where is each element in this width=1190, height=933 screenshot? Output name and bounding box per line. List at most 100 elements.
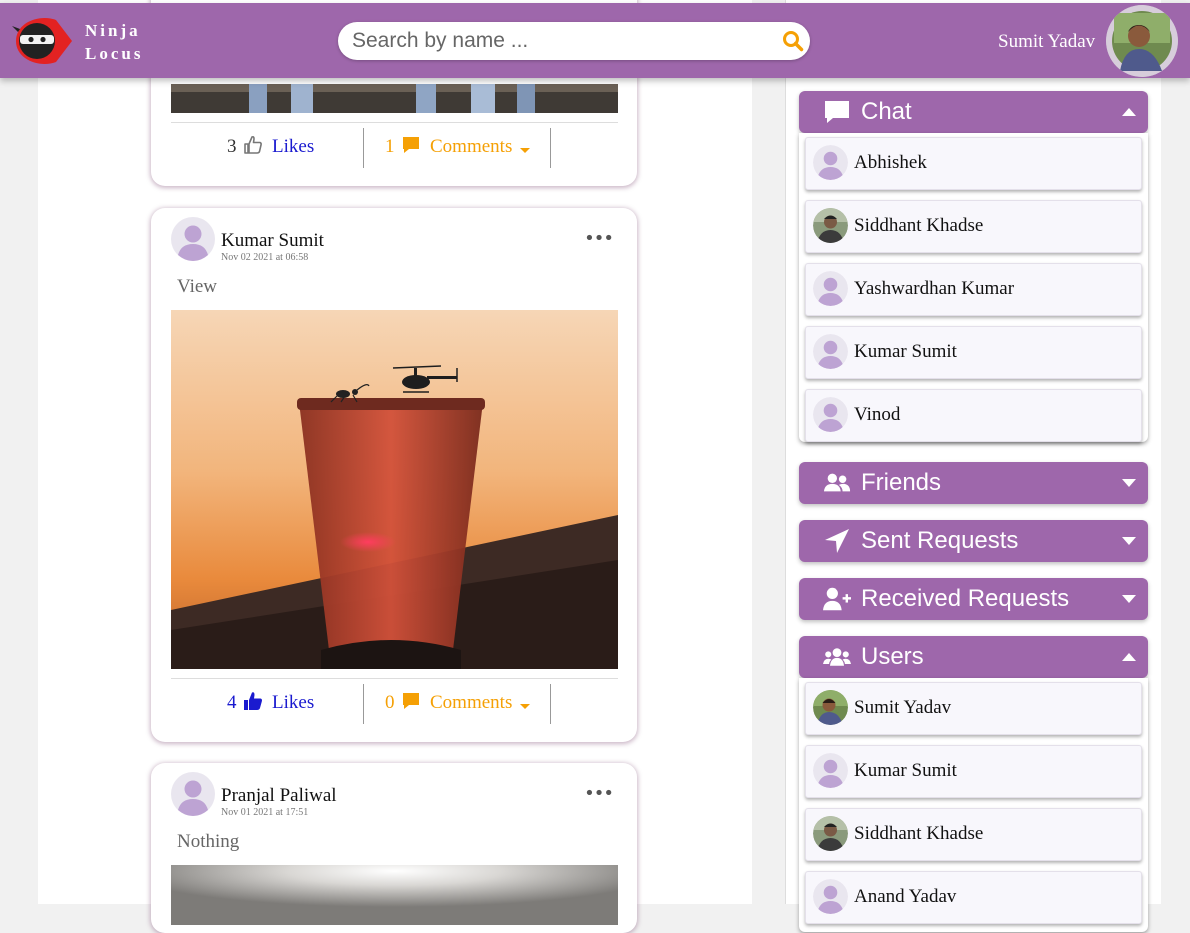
user-name: Siddhant Khadse [854,823,984,844]
current-user-avatar[interactable] [1106,5,1178,77]
comments-count: 1 [385,136,395,157]
caret-down-icon [1122,595,1136,603]
user-avatar [813,145,848,180]
comments-count: 0 [385,692,395,713]
received-requests-panel-header[interactable]: Received Requests [799,578,1148,620]
comment-icon [403,693,420,709]
chat-item[interactable]: Abhishek [805,137,1142,190]
user-avatar [813,271,848,306]
post-author[interactable]: Kumar Sumit [221,230,324,252]
caret-up-icon [1122,108,1136,116]
user-avatar [813,208,848,243]
action-divider [550,684,551,724]
post-actions: 3 Likes 1 Comments [171,122,618,169]
user-avatar [813,816,848,851]
chat-user-name: Vinod [854,404,901,425]
user-avatar [813,879,848,914]
search-input[interactable] [350,25,774,57]
comments-button[interactable]: 0 Comments [385,691,535,714]
chat-panel-header[interactable]: Chat [799,91,1148,133]
user-avatar [813,397,848,432]
more-options-icon[interactable]: ••• [584,228,614,249]
comments-button[interactable]: 1 Comments [385,135,535,158]
user-name: Sumit Yadav [854,697,952,718]
comment-icon [403,137,420,153]
sent-requests-panel-header[interactable]: Sent Requests [799,520,1148,562]
user-avatar [813,753,848,788]
like-button[interactable]: 3 Likes [227,135,314,158]
user-item[interactable]: Kumar Sumit [805,745,1142,798]
users-panel-header[interactable]: Users [799,636,1148,678]
user-avatar [813,334,848,369]
more-options-icon[interactable]: ••• [584,783,614,804]
current-user-name[interactable]: Sumit Yadav [998,31,1095,53]
friends-panel: Friends [799,462,1148,504]
chat-item[interactable]: Kumar Sumit [805,326,1142,379]
location-arrow-icon [825,529,849,553]
user-item[interactable]: Siddhant Khadse [805,808,1142,861]
post-actions: 4 Likes 0 Comments [171,678,618,725]
user-name: Anand Yadav [854,886,957,907]
chat-panel-title: Chat [861,98,912,125]
search-icon[interactable] [782,30,804,52]
top-navbar: Ninja Locus Sumit Yadav [0,3,1190,78]
author-avatar[interactable] [171,217,215,261]
caret-down-icon [520,704,531,709]
chat-item[interactable]: Siddhant Khadse [805,200,1142,253]
thumbs-up-outline-icon [244,135,263,154]
post-card: Pranjal Paliwal Nov 01 2021 at 17:51 •••… [151,763,637,933]
post-author[interactable]: Pranjal Paliwal [221,785,337,807]
caret-down-icon [1122,479,1136,487]
post-date: Nov 01 2021 at 17:51 [221,807,309,818]
caret-up-icon [1122,653,1136,661]
chat-panel: Chat Abhishek Siddhant Khadse Yashwardha… [799,91,1148,442]
likes-count: 3 [227,136,237,157]
chat-user-name: Yashwardhan Kumar [854,278,1015,299]
comment-icon [825,101,849,123]
brand-line-2: Locus [85,44,144,63]
user-plus-icon [823,587,851,611]
thumbs-up-icon [244,692,263,710]
users-list: Sumit Yadav Kumar Sumit Siddhant Khadse … [799,678,1148,932]
received-requests-panel-title: Received Requests [861,585,1070,612]
ninja-logo[interactable] [10,12,74,70]
users-panel: Users Sumit Yadav Kumar Sumit Siddhant K… [799,636,1148,932]
author-avatar[interactable] [171,772,215,816]
users-panel-title: Users [861,643,924,670]
chat-item[interactable]: Vinod [805,389,1142,442]
comments-label: Comments [430,136,513,157]
users-icon [823,648,851,666]
caret-down-icon [1122,537,1136,545]
comments-label: Comments [430,692,513,713]
caret-down-icon [520,148,531,153]
user-item[interactable]: Sumit Yadav [805,682,1142,735]
friends-panel-header[interactable]: Friends [799,462,1148,504]
user-name: Kumar Sumit [854,760,957,781]
search-bar [338,22,810,60]
post-image[interactable] [171,865,618,925]
post-card: Kumar Sumit Nov 02 2021 at 06:58 ••• Vie… [151,208,637,742]
chat-user-name: Abhishek [854,152,927,173]
action-divider [550,128,551,168]
user-item[interactable]: Anand Yadav [805,871,1142,924]
post-text: View [177,276,218,297]
action-divider [363,128,364,168]
likes-label: Likes [272,136,315,157]
chat-user-name: Kumar Sumit [854,341,957,362]
action-divider [363,684,364,724]
user-avatar [813,690,848,725]
likes-count: 4 [227,692,237,713]
chat-item[interactable]: Yashwardhan Kumar [805,263,1142,316]
post-date: Nov 02 2021 at 06:58 [221,252,309,263]
brand-name[interactable]: Ninja Locus [85,19,143,65]
likes-label: Likes [272,692,315,713]
sent-requests-panel: Sent Requests [799,520,1148,562]
post-image[interactable] [171,310,618,669]
post-image[interactable] [171,84,618,113]
received-requests-panel: Received Requests [799,578,1148,620]
like-button[interactable]: 4 Likes [227,691,314,714]
friends-panel-title: Friends [861,469,942,496]
post-text: Nothing [177,831,240,852]
brand-line-1: Ninja [85,21,141,40]
sent-requests-panel-title: Sent Requests [861,527,1019,554]
